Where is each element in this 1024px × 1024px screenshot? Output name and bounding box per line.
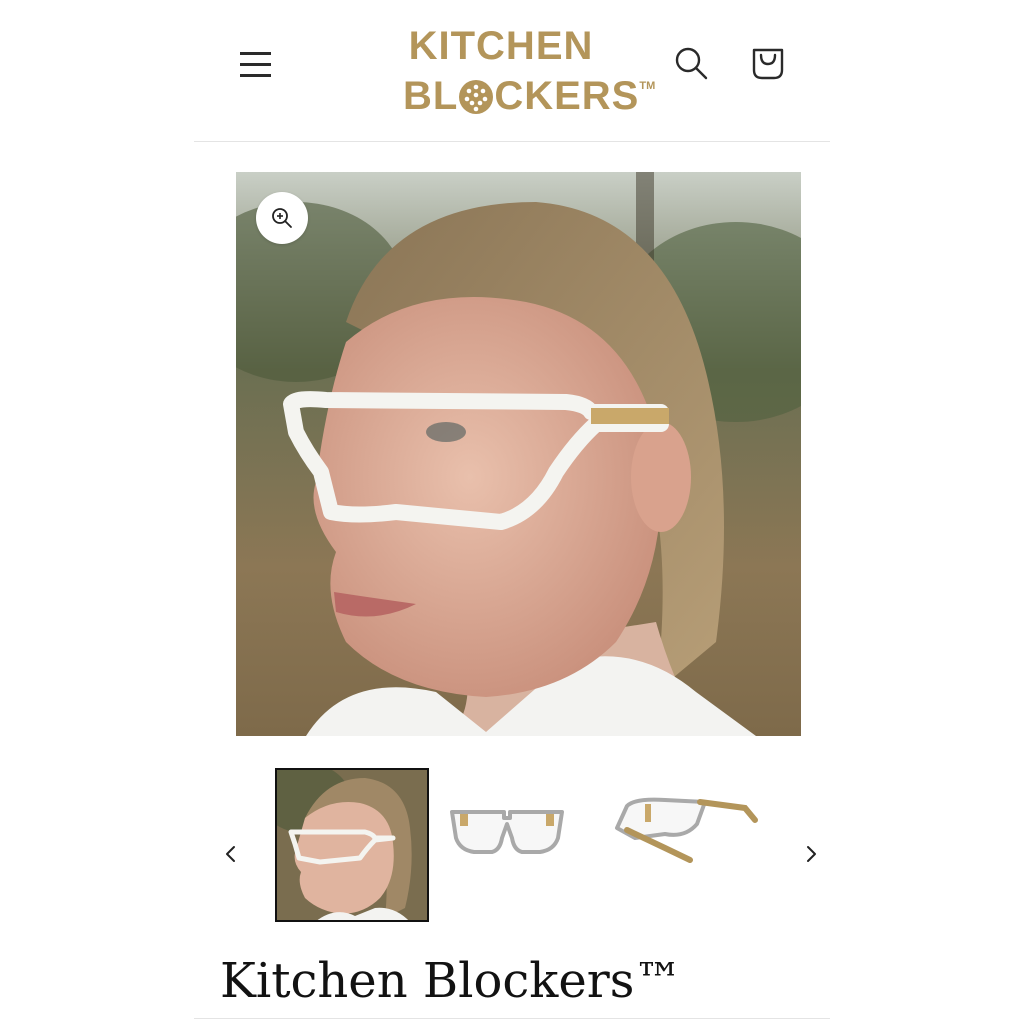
main-product-image[interactable] [236,172,801,736]
pickleball-icon [459,80,494,114]
search-icon[interactable] [672,44,712,84]
thumbnail-glasses-side-view[interactable] [605,768,759,922]
brand-logo[interactable]: KITCHEN BL CKERSTM [403,24,655,118]
logo-line-1: KITCHEN [408,24,594,68]
thumbnail-carousel [215,768,825,924]
chevron-right-icon[interactable] [795,838,827,870]
product-title: Kitchen Blockers™ [220,953,683,1009]
logo-line-2: BL CKERSTM [403,74,656,118]
thumbnail-woman-wearing-glasses[interactable] [275,768,429,922]
bottom-divider [194,1018,830,1019]
zoom-in-icon[interactable] [256,192,308,244]
chevron-left-icon[interactable] [215,838,247,870]
header-divider [194,141,830,142]
site-header: KITCHEN BL CKERSTM [194,0,830,141]
hamburger-menu-icon[interactable] [238,46,274,82]
thumbnail-glasses-front-view[interactable] [430,768,584,922]
cart-icon[interactable] [748,42,788,84]
